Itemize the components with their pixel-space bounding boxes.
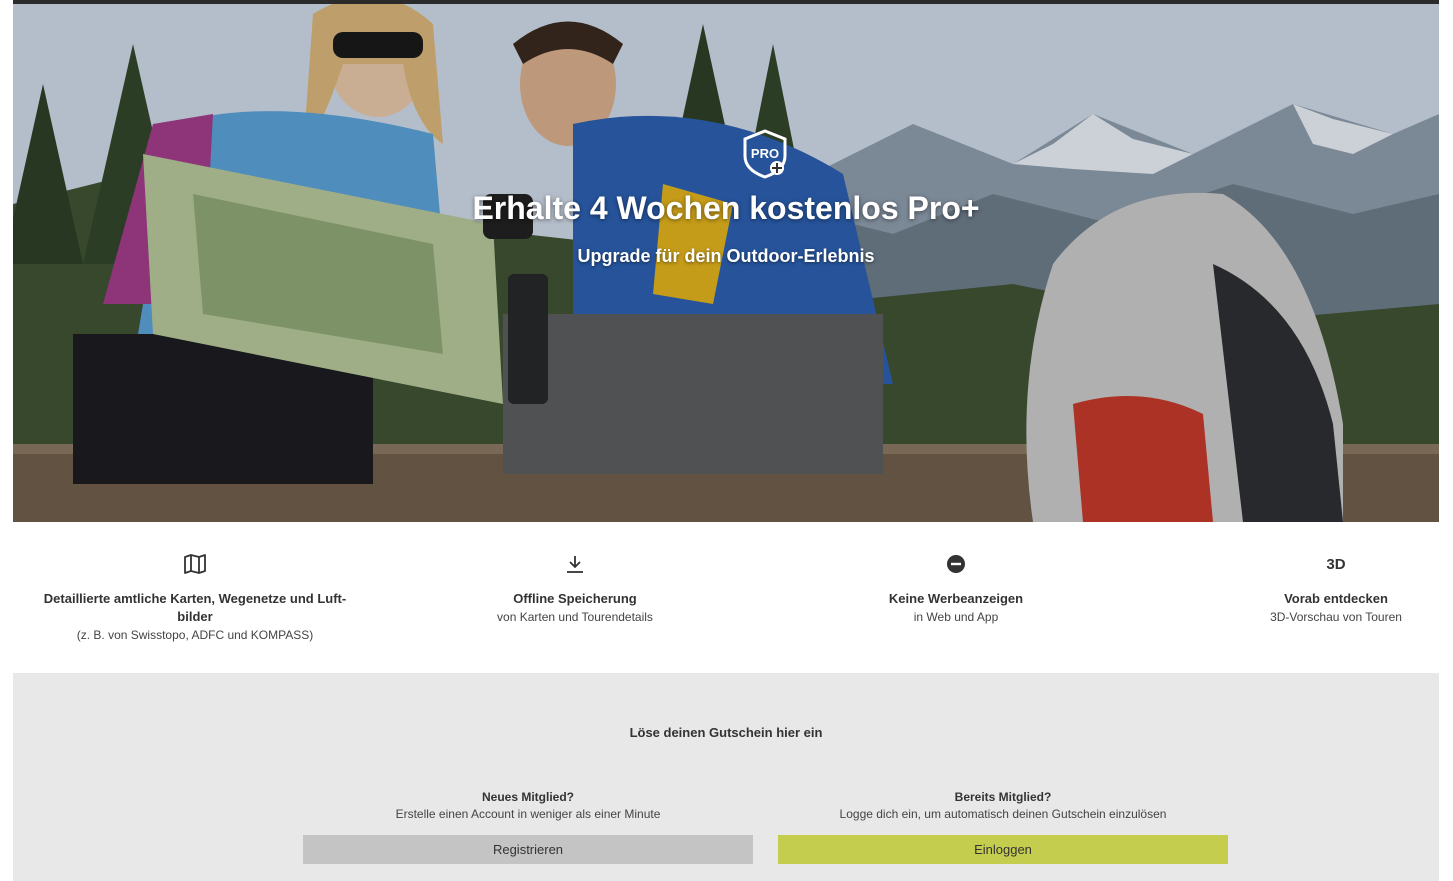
register-button[interactable]: Registrieren: [303, 835, 753, 864]
hero-title: Erhalte 4 Wochen kostenlos Pro+: [472, 190, 980, 226]
login-button[interactable]: Einloggen: [778, 835, 1228, 864]
no-ads-icon: [776, 548, 1136, 580]
existing-member-desc: Logge dich ein, um automatisch deinen Gu…: [839, 807, 1167, 821]
feature-desc: in Web und App: [913, 610, 999, 624]
feature-title: Offline Speicherung: [513, 591, 637, 606]
voucher-title: Löse deinen Gutschein hier ein: [629, 725, 823, 740]
feature-maps: Detaillierte amtliche Karten, Wegenetze …: [15, 548, 375, 644]
new-member-title: Neues Mitglied?: [481, 790, 574, 804]
feature-3d: 3D Vorab entdecken 3D-Vorschau von Toure…: [1156, 548, 1453, 626]
feature-no-ads: Keine Werbeanzeigen in Web und App: [776, 548, 1136, 626]
voucher-section: Löse deinen Gutschein hier ein Neues Mit…: [13, 673, 1439, 881]
feature-desc: von Karten und Tourendetails: [497, 610, 653, 624]
map-icon: [15, 548, 375, 580]
3d-icon-text: 3D: [1326, 555, 1346, 573]
3d-icon: 3D: [1156, 548, 1453, 580]
pro-plus-badge-icon: PRO: [743, 129, 787, 179]
feature-desc: 3D-Vorschau von Touren: [1270, 610, 1402, 624]
feature-title: Detaillierte amtliche Karten, Wegenetze …: [43, 591, 347, 624]
feature-desc: (z. B. von Swisstopo, ADFC und KOMPASS): [76, 628, 314, 642]
features-row: Detaillierte amtliche Karten, Wegenetze …: [13, 548, 1439, 658]
existing-member-title: Bereits Mitglied?: [954, 790, 1052, 804]
hero-subtitle: Upgrade für dein Outdoor-Erlebnis: [577, 246, 875, 266]
new-member-column: Neues Mitglied? Erstelle einen Account i…: [303, 789, 753, 864]
feature-title: Vorab entdecken: [1284, 591, 1388, 606]
new-member-desc: Erstelle einen Account in weniger als ei…: [395, 807, 661, 821]
download-icon: [395, 548, 755, 580]
existing-member-column: Bereits Mitglied? Logge dich ein, um aut…: [778, 789, 1228, 864]
feature-title: Keine Werbeanzeigen: [888, 591, 1024, 606]
hero-banner: PRO Erhalte 4 Wochen kostenlos Pro+ Upgr…: [13, 4, 1439, 522]
feature-offline: Offline Speicherung von Karten und Toure…: [395, 548, 755, 626]
pro-badge-text: PRO: [751, 146, 779, 161]
